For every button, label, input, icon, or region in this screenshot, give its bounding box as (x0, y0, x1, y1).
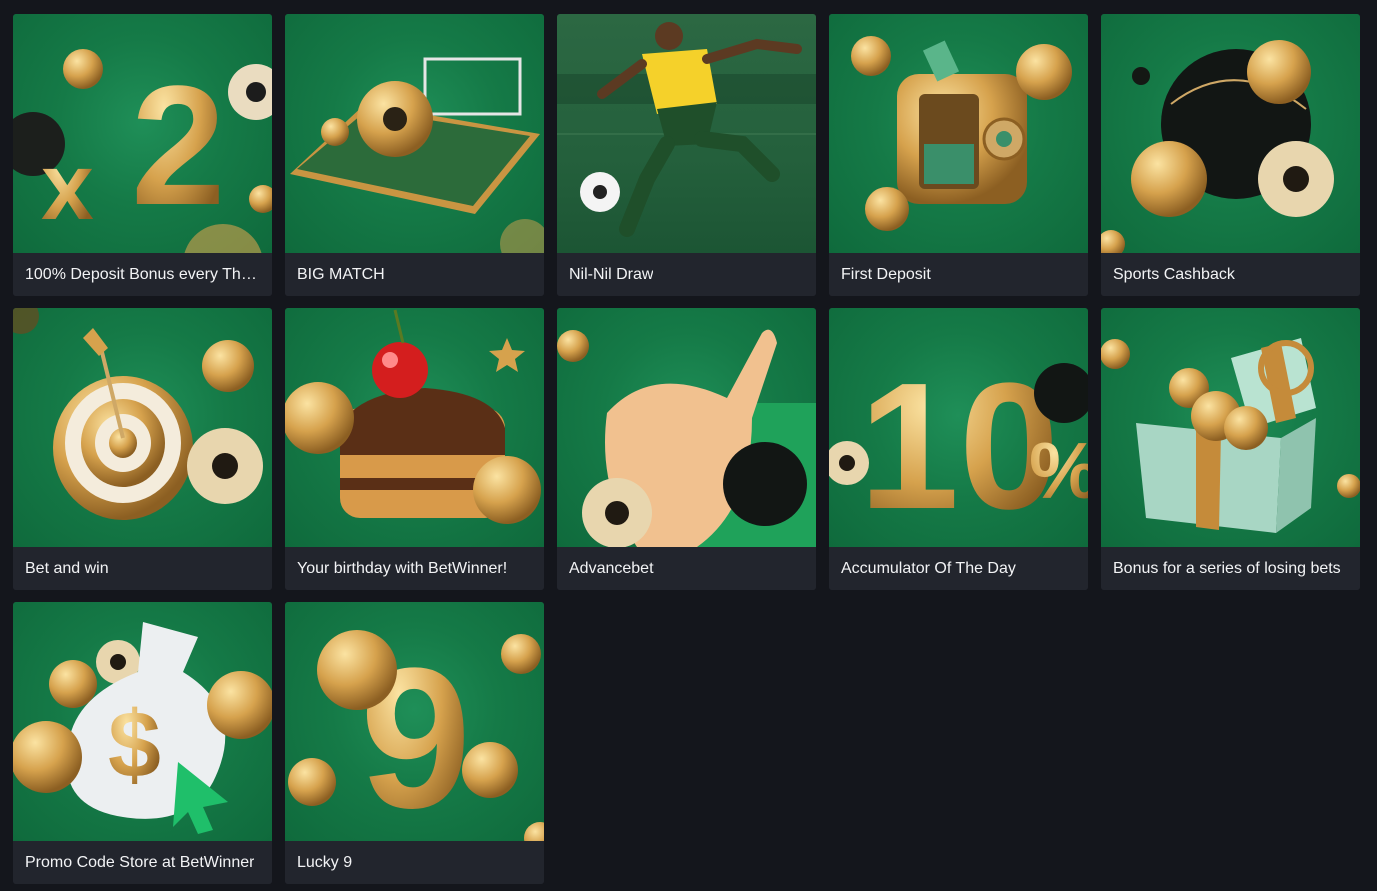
promo-card-sports-cashback[interactable]: Sports Cashback (1101, 14, 1360, 296)
promo-card-title: Accumulator Of The Day (829, 547, 1088, 590)
phone-football-pitch-icon (285, 14, 544, 253)
promo-card-first-deposit[interactable]: First Deposit (829, 14, 1088, 296)
svg-text:$: $ (108, 692, 161, 798)
promo-card-title: Sports Cashback (1101, 253, 1360, 296)
ten-percent-balloon-icon: 10 % (829, 308, 1088, 547)
promo-card-title: Advancebet (557, 547, 816, 590)
promo-card-title: Your birthday with BetWinner! (285, 547, 544, 590)
thumbs-up-icon (557, 308, 816, 547)
promo-card-title: 100% Deposit Bonus every Thur... (13, 253, 272, 296)
promo-card-bonus-losing-bets[interactable]: Bonus for a series of losing bets (1101, 308, 1360, 590)
promo-card-title: Nil-Nil Draw (557, 253, 816, 296)
football-player-icon (557, 14, 816, 253)
promo-card-title: Bet and win (13, 547, 272, 590)
target-dart-icon (13, 308, 272, 547)
promo-card-lucky-9[interactable]: 9 Lucky 9 (285, 602, 544, 884)
promotions-grid: x 2 100% Deposit Bonus every Thur... BIG… (13, 14, 1360, 884)
promotions-page: x 2 100% Deposit Bonus every Thur... BIG… (0, 0, 1377, 891)
promo-card-title: Lucky 9 (285, 841, 544, 884)
promo-card-deposit-bonus-thursday[interactable]: x 2 100% Deposit Bonus every Thur... (13, 14, 272, 296)
promo-card-title: BIG MATCH (285, 253, 544, 296)
promo-card-birthday[interactable]: Your birthday with BetWinner! (285, 308, 544, 590)
promo-card-bet-and-win[interactable]: Bet and win (13, 308, 272, 590)
promo-card-advancebet[interactable]: Advancebet (557, 308, 816, 590)
x2-gold-icon: x 2 (13, 14, 272, 253)
birthday-cake-icon (285, 308, 544, 547)
money-bag-icon: $ (13, 602, 272, 841)
lucky-nine-icon: 9 (285, 602, 544, 841)
svg-text:2: 2 (131, 51, 226, 241)
promo-card-title: Bonus for a series of losing bets (1101, 547, 1360, 590)
gold-safe-icon (829, 14, 1088, 253)
svg-text:%: % (1029, 426, 1088, 515)
balls-and-coins-icon (1101, 14, 1360, 253)
svg-text:x: x (41, 134, 94, 240)
promo-card-accumulator-of-the-day[interactable]: 10 % Accumulator Of The Day (829, 308, 1088, 590)
promo-card-promo-code-store[interactable]: $ Promo Code Store at BetWinner (13, 602, 272, 884)
gift-box-icon (1101, 308, 1360, 547)
promo-card-title: Promo Code Store at BetWinner (13, 841, 272, 884)
promo-card-nil-nil-draw[interactable]: Nil-Nil Draw (557, 14, 816, 296)
promo-card-big-match[interactable]: BIG MATCH (285, 14, 544, 296)
promo-card-title: First Deposit (829, 253, 1088, 296)
